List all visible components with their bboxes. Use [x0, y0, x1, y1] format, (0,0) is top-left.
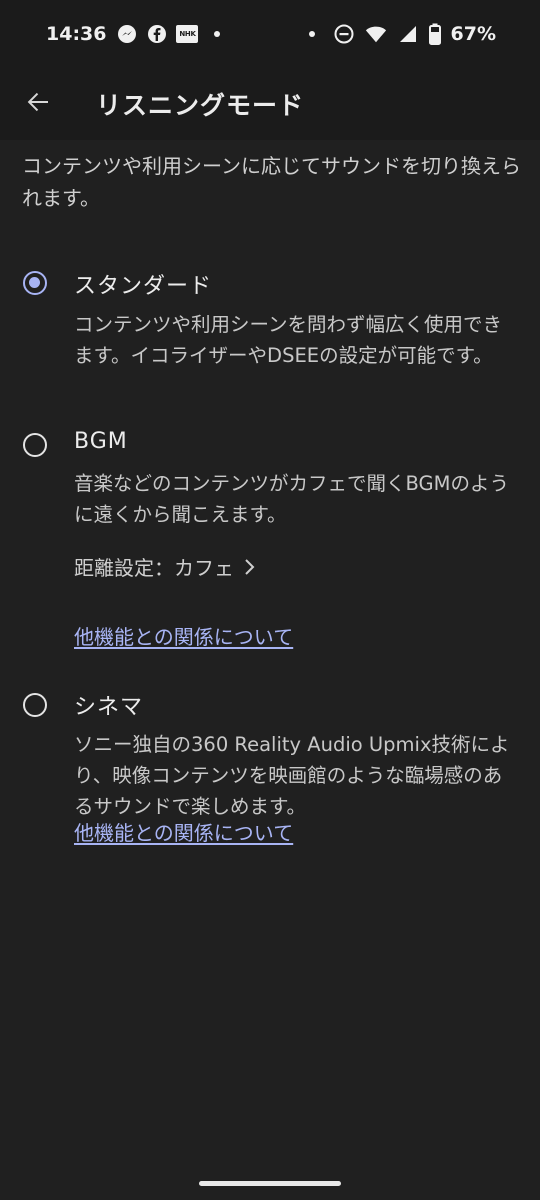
notification-dot-icon: [301, 23, 323, 45]
wifi-icon: [365, 23, 387, 45]
status-left: 14:36 NHK: [46, 20, 228, 48]
signal-icon: [397, 23, 419, 45]
option-desc-bgm: 音楽などのコンテンツがカフェで聞くBGMのように遠くから聞こえます。: [74, 472, 509, 526]
option-desc-standard: コンテンツや利用シーンを問わず幅広く使用できます。イコライザーやDSEEの設定が…: [74, 313, 503, 367]
chevron-right-icon: [245, 558, 255, 575]
option-title-standard: スタンダード: [74, 274, 213, 299]
radio-cinema[interactable]: [23, 693, 47, 717]
dnd-icon: [333, 23, 355, 45]
status-time: 14:36: [46, 23, 107, 45]
option-desc-cinema: ソニー独自の360 Reality Audio Upmix技術により、映像コンテ…: [74, 733, 510, 818]
nhk-icon: NHK: [176, 25, 199, 43]
page-title: リスニングモード: [96, 91, 305, 120]
distance-setting-label: 距離設定：カフェ: [74, 556, 234, 580]
arrow-back-icon: [27, 92, 48, 112]
screen-description: コンテンツや利用シーンに応じてサウンドを切り換えられます。: [22, 154, 521, 210]
messenger-icon: [116, 23, 138, 45]
more-dot-icon: [206, 23, 228, 45]
option-title-bgm: BGM: [74, 429, 128, 454]
option-title-cinema: シネマ: [74, 695, 144, 720]
app-bar: リスニングモード: [0, 68, 540, 140]
cinema-related-features-link[interactable]: 他機能との関係について: [74, 817, 293, 846]
bgm-related-features-link[interactable]: 他機能との関係について: [74, 621, 293, 650]
status-bar: 14:36 NHK 67%: [0, 0, 540, 68]
facebook-icon: [146, 23, 168, 45]
radio-bgm[interactable]: [23, 433, 47, 457]
battery-icon: [428, 23, 441, 45]
distance-setting[interactable]: 距離設定：カフェ: [74, 552, 258, 581]
battery-percent: 67%: [450, 23, 496, 45]
listening-mode-screen: 14:36 NHK 67% リスニングモード コンテンツや利用シーンに応じてサウ…: [0, 0, 540, 1200]
gesture-navigation-bar[interactable]: [199, 1181, 341, 1186]
status-right: 67%: [301, 20, 496, 48]
radio-standard[interactable]: [23, 271, 47, 295]
back-button[interactable]: [18, 82, 58, 122]
